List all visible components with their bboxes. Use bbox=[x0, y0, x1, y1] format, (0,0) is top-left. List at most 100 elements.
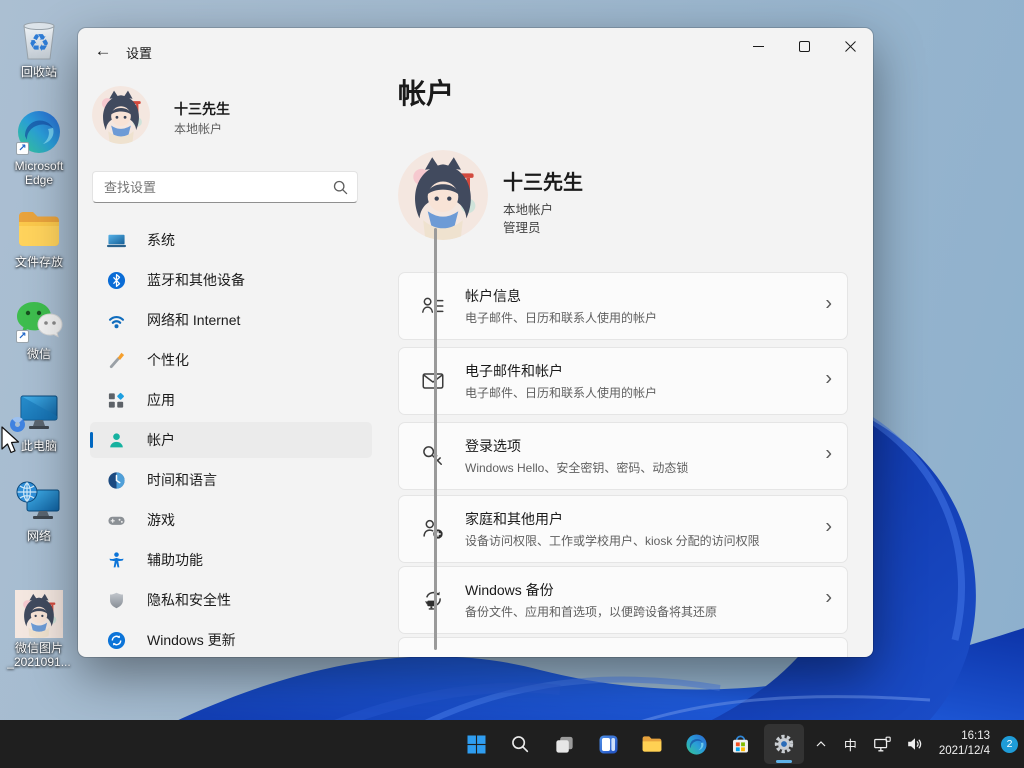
desktop-icon-wechat[interactable]: ↗ 微信 bbox=[2, 296, 76, 361]
taskbar-search-button[interactable] bbox=[500, 724, 540, 764]
nav-label: 隐私和安全性 bbox=[147, 590, 231, 610]
image-thumbnail bbox=[15, 590, 63, 638]
chevron-right-icon: › bbox=[825, 443, 832, 466]
nav-item-personalization[interactable]: 个性化 bbox=[90, 342, 372, 378]
widgets-icon bbox=[597, 733, 620, 756]
nav-item-gaming[interactable]: 游戏 bbox=[90, 502, 372, 538]
page-title: 帐户 bbox=[398, 72, 454, 112]
system-tray: 中 16:13 2021/12/4 2 bbox=[808, 720, 1018, 768]
desktop-icon-wechat-image[interactable]: 微信图片 _2021091... bbox=[2, 590, 76, 669]
search-icon bbox=[509, 733, 531, 755]
tray-overflow-button[interactable] bbox=[808, 724, 834, 764]
network-tray-icon[interactable] bbox=[867, 724, 897, 764]
nav-item-windows-update[interactable]: Windows 更新 bbox=[90, 622, 372, 657]
windows-start-icon bbox=[465, 733, 488, 756]
file-explorer-icon bbox=[640, 732, 664, 756]
apps-icon bbox=[107, 391, 126, 410]
desktop-icon-label: 回收站 bbox=[2, 65, 76, 79]
gear-icon bbox=[772, 732, 796, 756]
card-email-accounts[interactable]: 电子邮件和帐户 电子邮件、日历和联系人使用的帐户 › bbox=[398, 347, 848, 415]
nav-item-bluetooth-devices[interactable]: 蓝牙和其他设备 bbox=[90, 262, 372, 298]
back-icon: ← bbox=[95, 41, 112, 61]
start-button[interactable] bbox=[456, 724, 496, 764]
avatar bbox=[398, 150, 488, 240]
chevron-up-icon bbox=[813, 736, 829, 752]
nav-item-apps[interactable]: 应用 bbox=[90, 382, 372, 418]
search-icon bbox=[333, 180, 348, 195]
desktop-icon-network[interactable]: 网络 bbox=[2, 478, 76, 543]
desktop-icon-label: Microsoft Edge bbox=[2, 159, 76, 187]
card-title: 电子邮件和帐户 bbox=[465, 361, 657, 381]
minimize-icon bbox=[753, 41, 764, 52]
card-subtitle: 备份文件、应用和首选项，以便跨设备将其还原 bbox=[465, 603, 717, 620]
desktop-icon-this-pc[interactable]: 此电脑 bbox=[2, 388, 76, 453]
user-account-type: 本地帐户 bbox=[174, 120, 222, 137]
nav-item-time-language[interactable]: 时间和语言 bbox=[90, 462, 372, 498]
widgets-button[interactable] bbox=[588, 724, 628, 764]
sidebar-profile[interactable]: 十三先生 本地帐户 bbox=[92, 86, 372, 146]
card-subtitle: 设备访问权限、工作或学校用户、kiosk 分配的访问权限 bbox=[465, 532, 760, 549]
desktop-icon-folder[interactable]: 文件存放 bbox=[2, 204, 76, 269]
key-icon bbox=[420, 443, 446, 469]
task-view-button[interactable] bbox=[544, 724, 584, 764]
email-icon bbox=[420, 368, 446, 394]
add-user-icon bbox=[420, 516, 446, 542]
accessibility-icon bbox=[107, 551, 126, 570]
nav-label: 蓝牙和其他设备 bbox=[147, 270, 245, 290]
search-input[interactable] bbox=[104, 173, 324, 201]
card-sign-in-options[interactable]: 登录选项 Windows Hello、安全密钥、密码、动态锁 › bbox=[398, 422, 848, 490]
card-title: 登录选项 bbox=[465, 436, 688, 456]
speaker-icon bbox=[905, 734, 925, 754]
desktop-icon-recycle-bin[interactable]: ♻ 回收站 bbox=[2, 14, 76, 79]
folder-icon bbox=[15, 204, 63, 252]
desktop-icon-label: 微信 bbox=[2, 347, 76, 361]
nav-label: 帐户 bbox=[147, 430, 175, 450]
nav-label: 游戏 bbox=[147, 510, 175, 530]
minimize-button[interactable] bbox=[735, 28, 781, 64]
edge-icon: ↗ bbox=[15, 108, 63, 156]
desktop-icon-edge[interactable]: ↗ Microsoft Edge bbox=[2, 108, 76, 187]
bluetooth-icon bbox=[107, 271, 126, 290]
wechat-icon: ↗ bbox=[15, 296, 63, 344]
settings-button[interactable] bbox=[764, 724, 804, 764]
sidebar-scrollbar[interactable] bbox=[434, 228, 437, 650]
card-account-info[interactable]: 帐户信息 电子邮件、日历和联系人使用的帐户 › bbox=[398, 272, 848, 340]
close-button[interactable] bbox=[827, 28, 873, 64]
tray-time: 16:13 bbox=[939, 729, 990, 744]
desktop: ♻ 回收站 ↗ Microsoft Edge 文件存放 bbox=[0, 0, 1024, 768]
card-subtitle: Windows Hello、安全密钥、密码、动态锁 bbox=[465, 459, 688, 476]
card-family-other-users[interactable]: 家庭和其他用户 设备访问权限、工作或学校用户、kiosk 分配的访问权限 › bbox=[398, 495, 848, 563]
card-title: 帐户信息 bbox=[465, 286, 657, 306]
account-role: 管理员 bbox=[503, 217, 541, 236]
store-button[interactable] bbox=[720, 724, 760, 764]
account-info-icon bbox=[420, 293, 446, 319]
maximize-button[interactable] bbox=[781, 28, 827, 64]
nav-item-system[interactable]: 系统 bbox=[90, 222, 372, 258]
volume-tray-icon[interactable] bbox=[900, 724, 930, 764]
nav-item-accessibility[interactable]: 辅助功能 bbox=[90, 542, 372, 578]
nav-label: 网络和 Internet bbox=[147, 310, 240, 330]
nav-item-accounts[interactable]: 帐户 bbox=[90, 422, 372, 458]
user-name: 十三先生 bbox=[174, 99, 230, 119]
file-explorer-button[interactable] bbox=[632, 724, 672, 764]
notification-badge[interactable]: 2 bbox=[1001, 736, 1018, 753]
maximize-icon bbox=[799, 41, 810, 52]
taskbar: 中 16:13 2021/12/4 2 bbox=[0, 720, 1024, 768]
svg-text:♻: ♻ bbox=[28, 30, 50, 57]
account-type: 本地帐户 bbox=[503, 199, 553, 218]
close-icon bbox=[845, 41, 856, 52]
edge-button[interactable] bbox=[676, 724, 716, 764]
clock[interactable]: 16:13 2021/12/4 bbox=[933, 729, 996, 759]
nav-label: 系统 bbox=[147, 230, 175, 250]
shortcut-arrow-icon: ↗ bbox=[16, 330, 29, 343]
nav-item-network-internet[interactable]: 网络和 Internet bbox=[90, 302, 372, 338]
search-box[interactable] bbox=[92, 171, 358, 203]
card-work-school-account[interactable]: 连接工作或学校帐户 › bbox=[398, 637, 848, 657]
recycle-bin-icon: ♻ bbox=[15, 14, 63, 62]
back-button[interactable]: ← bbox=[84, 34, 122, 68]
card-windows-backup[interactable]: Windows 备份 备份文件、应用和首选项，以便跨设备将其还原 › bbox=[398, 566, 848, 634]
titlebar[interactable]: ← 设置 bbox=[78, 28, 873, 76]
nav-item-privacy-security[interactable]: 隐私和安全性 bbox=[90, 582, 372, 618]
clock-icon bbox=[107, 471, 126, 490]
ime-indicator[interactable]: 中 bbox=[837, 724, 864, 764]
